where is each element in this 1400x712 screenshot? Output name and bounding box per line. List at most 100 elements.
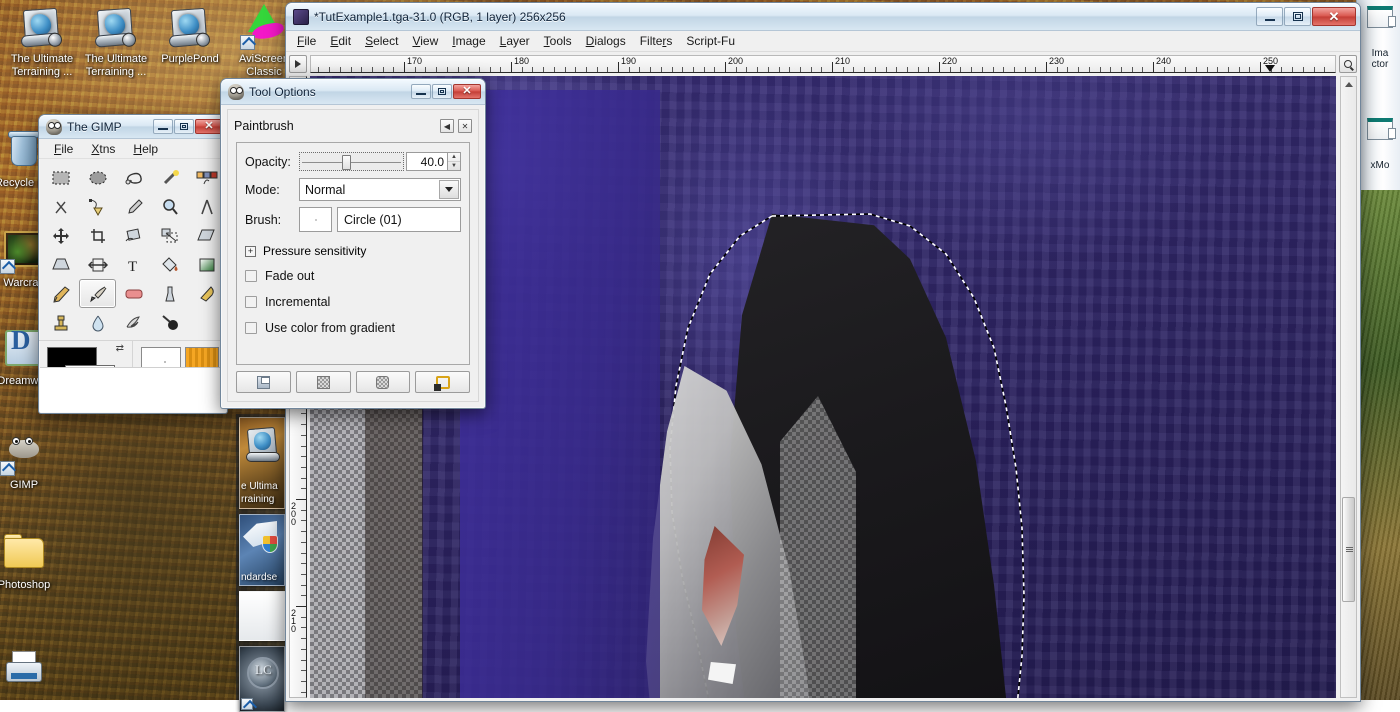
- toolbox-tools-grid[interactable]: T: [39, 159, 227, 337]
- blur-sharpen-tool[interactable]: [79, 308, 115, 337]
- zoom-tool[interactable]: [152, 192, 188, 221]
- menu-tools[interactable]: Tools: [537, 32, 579, 50]
- move-tool[interactable]: [43, 221, 79, 250]
- toolbox-menu-help[interactable]: Help: [124, 140, 167, 158]
- taskbar-thumb-standards[interactable]: ndardse: [239, 514, 285, 586]
- toolbox-menu-xtns[interactable]: Xtns: [82, 140, 124, 158]
- scrollbar-thumb[interactable]: [1342, 497, 1355, 602]
- airbrush-tool[interactable]: [152, 279, 188, 308]
- save-options-button[interactable]: [236, 371, 291, 393]
- menu-image[interactable]: Image: [445, 32, 492, 50]
- tool-options-titlebar[interactable]: Tool Options ✕: [221, 79, 485, 105]
- pressure-sensitivity-expander[interactable]: + Pressure sensitivity: [245, 241, 461, 261]
- delete-options-button[interactable]: [356, 371, 411, 393]
- desktop-icon-photoshop-folder[interactable]: Photoshop: [0, 530, 54, 592]
- smudge-tool[interactable]: [116, 308, 152, 337]
- stepper-down-icon[interactable]: ▼: [448, 162, 460, 170]
- expander-plus-icon[interactable]: +: [245, 246, 256, 257]
- stepper-up-icon[interactable]: ▲: [448, 153, 460, 162]
- incremental-checkbox[interactable]: [245, 296, 257, 308]
- ellipse-select-tool[interactable]: [79, 163, 115, 192]
- taskbar-thumb-terrain[interactable]: e Ultima rraining: [239, 417, 285, 509]
- flip-tool[interactable]: [79, 250, 115, 279]
- paintbrush-tool[interactable]: [79, 279, 115, 308]
- paths-tool[interactable]: [79, 192, 115, 221]
- brush-name-field[interactable]: Circle (01): [337, 207, 461, 232]
- zoom-navigate-button[interactable]: [1339, 55, 1357, 73]
- eraser-tool[interactable]: [116, 279, 152, 308]
- desktop-icon-purplepond[interactable]: PurplePond: [152, 4, 228, 66]
- taskbar-thumbnail-strip[interactable]: e Ultima rraining ndardse LC: [236, 414, 288, 700]
- close-button[interactable]: ✕: [195, 119, 223, 134]
- brush-preview[interactable]: [299, 207, 332, 232]
- menu-edit[interactable]: Edit: [323, 32, 358, 50]
- menu-dialogs[interactable]: Dialogs: [579, 32, 633, 50]
- text-tool[interactable]: T: [116, 250, 152, 279]
- explorer-photo-thumbnail[interactable]: [1357, 190, 1400, 700]
- bucket-fill-tool[interactable]: [152, 250, 188, 279]
- chevron-down-icon[interactable]: [439, 180, 459, 199]
- menu-filters[interactable]: Filters: [633, 32, 680, 50]
- explorer-item-1[interactable]: [1359, 6, 1400, 28]
- right-explorer-panel[interactable]: Ima ctor xMo: [1356, 0, 1400, 700]
- close-button[interactable]: ✕: [1312, 7, 1356, 26]
- free-select-tool[interactable]: [116, 163, 152, 192]
- desktop-icon-gimp[interactable]: GIMP: [0, 430, 54, 492]
- collapse-icon[interactable]: ◀: [440, 119, 454, 133]
- clone-tool[interactable]: [43, 308, 79, 337]
- rotate-tool[interactable]: [116, 221, 152, 250]
- pencil-tool[interactable]: [43, 279, 79, 308]
- opacity-stepper[interactable]: ▲▼: [448, 152, 461, 171]
- scale-tool[interactable]: [152, 221, 188, 250]
- perspective-tool[interactable]: [43, 250, 79, 279]
- minimize-button[interactable]: [153, 119, 173, 134]
- tool-options-window[interactable]: Tool Options ✕ Paintbrush ◀ ✕ Opacity:: [220, 78, 486, 409]
- menu-layer[interactable]: Layer: [493, 32, 537, 50]
- canvas-vertical-scrollbar[interactable]: [1340, 76, 1357, 698]
- rect-select-tool[interactable]: [43, 163, 79, 192]
- minimize-button[interactable]: [411, 84, 431, 99]
- fade-out-row[interactable]: Fade out: [245, 265, 461, 287]
- opacity-value[interactable]: 40.0: [406, 152, 448, 171]
- crop-tool[interactable]: [79, 221, 115, 250]
- fade-out-checkbox[interactable]: [245, 270, 257, 282]
- maximize-button[interactable]: [174, 119, 194, 134]
- menu-view[interactable]: View: [405, 32, 445, 50]
- toolbox-menubar[interactable]: File Xtns Help: [39, 139, 227, 159]
- scissors-select-tool[interactable]: [43, 192, 79, 221]
- desktop-icon-the-ultimate-terraining-2[interactable]: The Ultimate Terraining ...: [78, 4, 154, 79]
- menu-script-fu[interactable]: Script-Fu: [679, 32, 742, 50]
- desktop-icon-the-ultimate-terraining-1[interactable]: The Ultimate Terraining ...: [4, 4, 80, 79]
- taskbar-thumb-blank[interactable]: [239, 591, 285, 641]
- close-button[interactable]: ✕: [453, 84, 481, 99]
- toolbox-titlebar[interactable]: The GIMP ✕: [39, 115, 227, 139]
- close-panel-icon[interactable]: ✕: [458, 119, 472, 133]
- toolbox-menu-file[interactable]: File: [45, 140, 82, 158]
- opacity-slider[interactable]: [299, 152, 404, 171]
- explorer-item-2[interactable]: [1359, 118, 1400, 140]
- fuzzy-select-tool[interactable]: [152, 163, 188, 192]
- maximize-button[interactable]: [1284, 7, 1311, 26]
- swap-colors-icon[interactable]: ⇄: [116, 343, 124, 354]
- minimize-button[interactable]: [1256, 7, 1283, 26]
- restore-options-button[interactable]: [296, 371, 351, 393]
- mode-select[interactable]: Normal: [299, 178, 461, 201]
- desktop-icon-printer[interactable]: [0, 646, 54, 695]
- menu-select[interactable]: Select: [358, 32, 405, 50]
- color-picker-tool[interactable]: [116, 192, 152, 221]
- use-color-from-gradient-checkbox[interactable]: [245, 322, 257, 334]
- horizontal-ruler[interactable]: 170180190200210220230240250: [310, 55, 1336, 73]
- menu-file[interactable]: File: [290, 32, 323, 50]
- incremental-row[interactable]: Incremental: [245, 291, 461, 313]
- maximize-button[interactable]: [432, 84, 452, 99]
- reset-options-button[interactable]: [415, 371, 470, 393]
- image-window-menubar[interactable]: File Edit Select View Image Layer Tools …: [286, 31, 1360, 52]
- dodge-burn-tool[interactable]: [152, 308, 188, 337]
- image-window-titlebar[interactable]: *TutExample1.tga-31.0 (RGB, 1 layer) 256…: [286, 3, 1360, 31]
- scroll-up-button[interactable]: [1342, 78, 1355, 91]
- slider-knob[interactable]: [342, 155, 351, 170]
- taskbar-thumb-lc[interactable]: LC: [239, 646, 285, 712]
- gimp-toolbox-window[interactable]: The GIMP ✕ File Xtns Help T: [38, 114, 228, 414]
- use-color-from-gradient-row[interactable]: Use color from gradient: [245, 317, 461, 339]
- expand-menu-button[interactable]: [289, 55, 307, 73]
